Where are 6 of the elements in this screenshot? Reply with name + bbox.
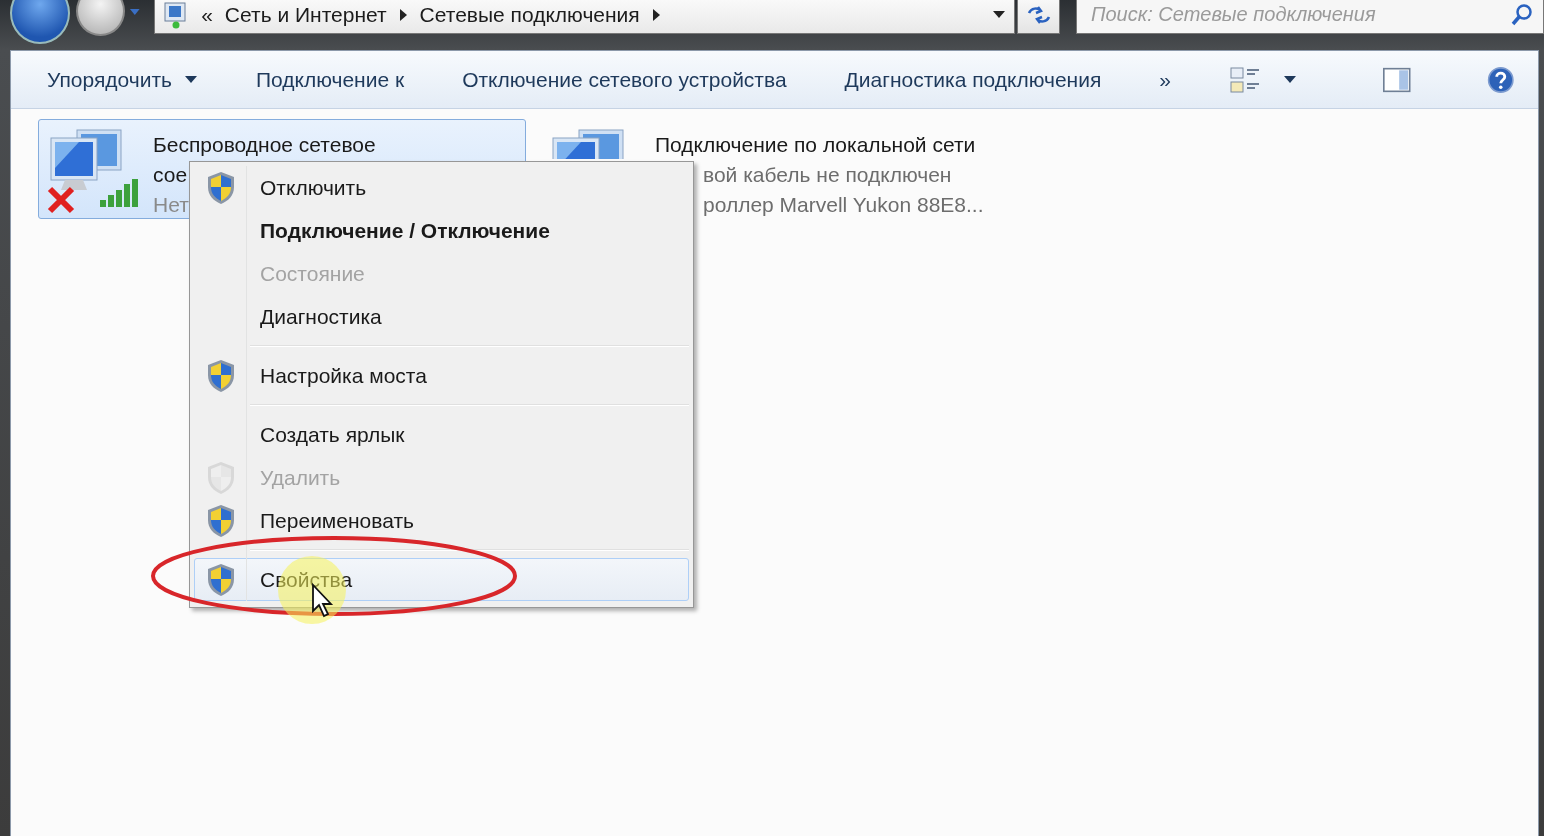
connection-name: Беспроводное сетевое	[153, 132, 376, 158]
connection-name: Подключение по локальной сети	[655, 132, 976, 158]
connection-status: вой кабель не подключен	[703, 162, 952, 188]
connection-status: Нет	[153, 192, 189, 218]
connection-status: роллер Marvell Yukon 88E8...	[703, 192, 984, 218]
connection-status: сое	[153, 162, 188, 188]
